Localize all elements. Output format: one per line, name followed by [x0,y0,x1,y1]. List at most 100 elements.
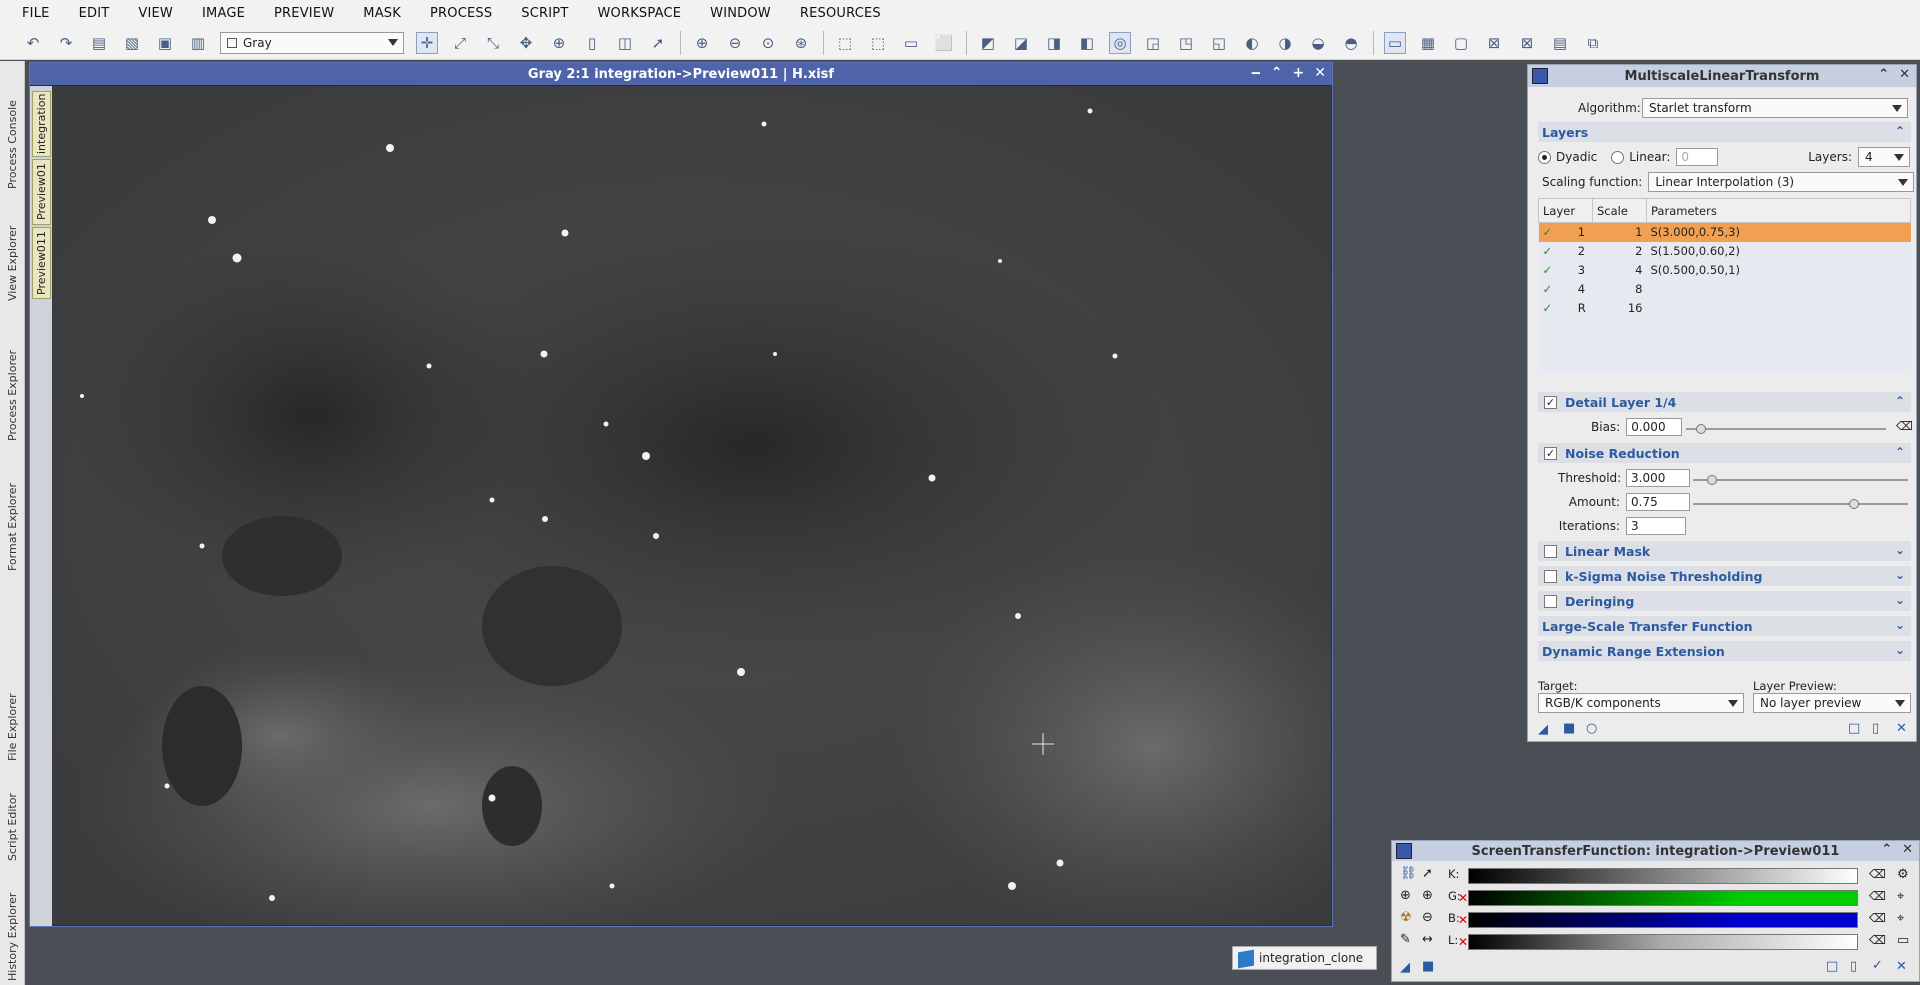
view-tab-preview01[interactable]: Preview01 [32,159,51,225]
zoom-fit-icon[interactable]: ⤢ [449,32,471,54]
algorithm-combo[interactable]: Starlet transform [1642,98,1908,118]
section-linear-mask[interactable]: Linear Mask ⌄ [1538,541,1911,561]
table-row[interactable]: ✓ R 16 [1539,299,1911,318]
menu-resources[interactable]: RESOURCES [800,6,881,21]
check-icon[interactable]: ✓ [1543,225,1553,239]
workspace-icon[interactable]: ▢ [1450,32,1472,54]
readout-mode-icon[interactable]: ✛ [416,31,438,54]
amount-field[interactable]: 0.75 [1626,493,1690,511]
undo-icon[interactable]: ↶ [22,32,44,54]
table-row[interactable]: ✓ 1 1 S(3.000,0.75,3) [1538,222,1911,242]
shade-icon[interactable]: ⌃ [1881,842,1892,857]
fit-view-icon[interactable]: ⬚ [834,32,856,54]
check-icon[interactable]: ✓ [1543,282,1553,296]
channel-l-slider[interactable] [1468,934,1858,950]
pointer-icon[interactable]: ➚ [1422,866,1433,881]
check-icon[interactable]: ✓ [1543,263,1553,277]
table-row[interactable]: ✓ 4 8 [1539,280,1911,299]
screen-settings-icon[interactable]: ▦ [1417,32,1439,54]
amount-slider[interactable] [1693,499,1908,509]
new-preview-icon[interactable]: ◲ [1142,32,1164,54]
zoom-custom-icon[interactable]: ⊛ [790,32,812,54]
track-view-icon[interactable]: ▯ [1850,959,1857,974]
track-view-icon[interactable]: ▯ [1872,721,1879,736]
bias-field[interactable]: 0.000 [1626,418,1683,436]
shade-icon[interactable]: ⌃ [1878,67,1889,82]
reset-icon[interactable]: ⌫ [1869,911,1886,925]
auto-stretch-icon[interactable]: ☢ [1400,910,1412,925]
new-mask-icon[interactable]: ◩ [977,32,999,54]
ksigma-checkbox[interactable] [1544,569,1557,583]
bias-slider[interactable] [1686,424,1886,434]
section-deringing[interactable]: Deringing ⌄ [1538,591,1911,611]
reset-icon[interactable]: ⌫ [1896,419,1913,433]
detail-layer-checkbox[interactable]: ✓ [1544,395,1557,409]
new-instance-icon[interactable]: ◢ [1538,722,1548,737]
tab-process-console[interactable]: Process Console [2,69,23,189]
clone-image-icon[interactable]: ▣ [154,32,176,54]
monitor-icon[interactable]: ▭ [1897,933,1909,948]
linear-radio[interactable] [1611,150,1625,164]
tile-icon[interactable]: ▤ [1549,32,1571,54]
shade-icon[interactable]: ⌃ [1271,65,1283,81]
menu-edit[interactable]: EDIT [79,6,110,21]
crosshair-icon[interactable]: ⌖ [1897,889,1904,904]
close-others-icon[interactable]: ⊠ [1516,32,1538,54]
reset-icon[interactable]: ⌫ [1869,933,1886,947]
reset-parameters-icon[interactable]: ✕ [1896,959,1907,974]
view-tab-preview011[interactable]: Preview011 [32,227,51,299]
menu-process[interactable]: PROCESS [430,6,492,21]
menu-mask[interactable]: MASK [363,6,401,21]
menu-view[interactable]: VIEW [138,6,173,21]
apply-icon[interactable]: ■ [1422,959,1434,974]
menu-image[interactable]: IMAGE [202,6,245,21]
noise-reduction-checkbox[interactable]: ✓ [1544,446,1557,460]
pan-mode-icon[interactable]: ✥ [515,32,537,54]
view-tab-integration[interactable]: integration [32,91,51,157]
section-layers[interactable]: Layers ⌃ [1538,122,1911,142]
new-instance-icon[interactable]: ◢ [1400,960,1410,975]
tab-script-editor[interactable]: Script Editor [2,761,23,861]
reset-icon[interactable]: ⌫ [1869,867,1886,881]
select-mask-icon[interactable]: ◪ [1010,32,1032,54]
image-window-titlebar[interactable]: Gray 2:1 integration->Preview011 | H.xis… [30,63,1332,85]
reset-icon[interactable]: ⌫ [1869,889,1886,903]
stf-reset-icon[interactable]: ◒ [1307,32,1329,54]
screen-icon[interactable]: ▭ [1384,31,1406,54]
channel-b-slider[interactable] [1468,912,1858,928]
zoom-reset-icon[interactable]: ⊖ [1422,910,1433,925]
table-row[interactable]: ✓ 2 2 S(1.500,0.60,2) [1539,242,1911,261]
center-view-icon[interactable]: ⊕ [548,32,570,54]
section-lstf[interactable]: Large-Scale Transfer Function ⌄ [1538,616,1911,636]
browse-docs-icon[interactable]: □ [1826,959,1838,974]
gear-icon[interactable]: ⚙ [1897,867,1909,882]
zoom-1-1-icon[interactable]: ⊙ [757,32,779,54]
mlt-titlebar[interactable]: MultiscaleLinearTransform ⌃ ✕ [1528,65,1916,87]
linear-mask-checkbox[interactable] [1544,544,1557,558]
zoom-in-icon[interactable]: ⊕ [691,32,713,54]
section-detail-layer[interactable]: ✓ Detail Layer 1/4 ⌃ [1538,392,1911,412]
channel-g-slider[interactable] [1468,890,1858,906]
pointer-icon[interactable]: ➚ [647,32,669,54]
col-layer[interactable]: Layer [1538,198,1593,223]
iterations-spinbox[interactable]: 3 [1626,517,1686,535]
fit-window-icon[interactable]: ⬚ [867,32,889,54]
image-properties-icon[interactable]: ▤ [88,32,110,54]
browse-docs-icon[interactable]: □ [1848,721,1860,736]
pan-icon[interactable]: ↔ [1422,932,1433,947]
linear-spinbox[interactable]: 0 [1676,148,1719,166]
restore-window-icon[interactable]: ▭ [900,32,922,54]
tab-history-explorer[interactable]: History Explorer [2,861,23,981]
zoom-expand-icon[interactable]: ⤡ [482,32,504,54]
show-mask-icon[interactable]: ◧ [1076,32,1098,54]
check-icon[interactable]: ✓ [1543,301,1553,315]
snapshot-icon[interactable]: ▥ [187,32,209,54]
preview-mode-icon[interactable]: ▯ [581,32,603,54]
section-ksigma[interactable]: k-Sigma Noise Thresholding ⌄ [1538,566,1911,586]
tab-view-explorer[interactable]: View Explorer [2,191,23,301]
zoom-out-icon[interactable]: ⊖ [724,32,746,54]
tab-format-explorer[interactable]: Format Explorer [2,451,23,571]
apply-global-icon[interactable]: ○ [1586,721,1597,736]
bias-slider-knob[interactable] [1696,424,1706,434]
layer-preview-combo[interactable]: No layer preview [1753,693,1911,713]
